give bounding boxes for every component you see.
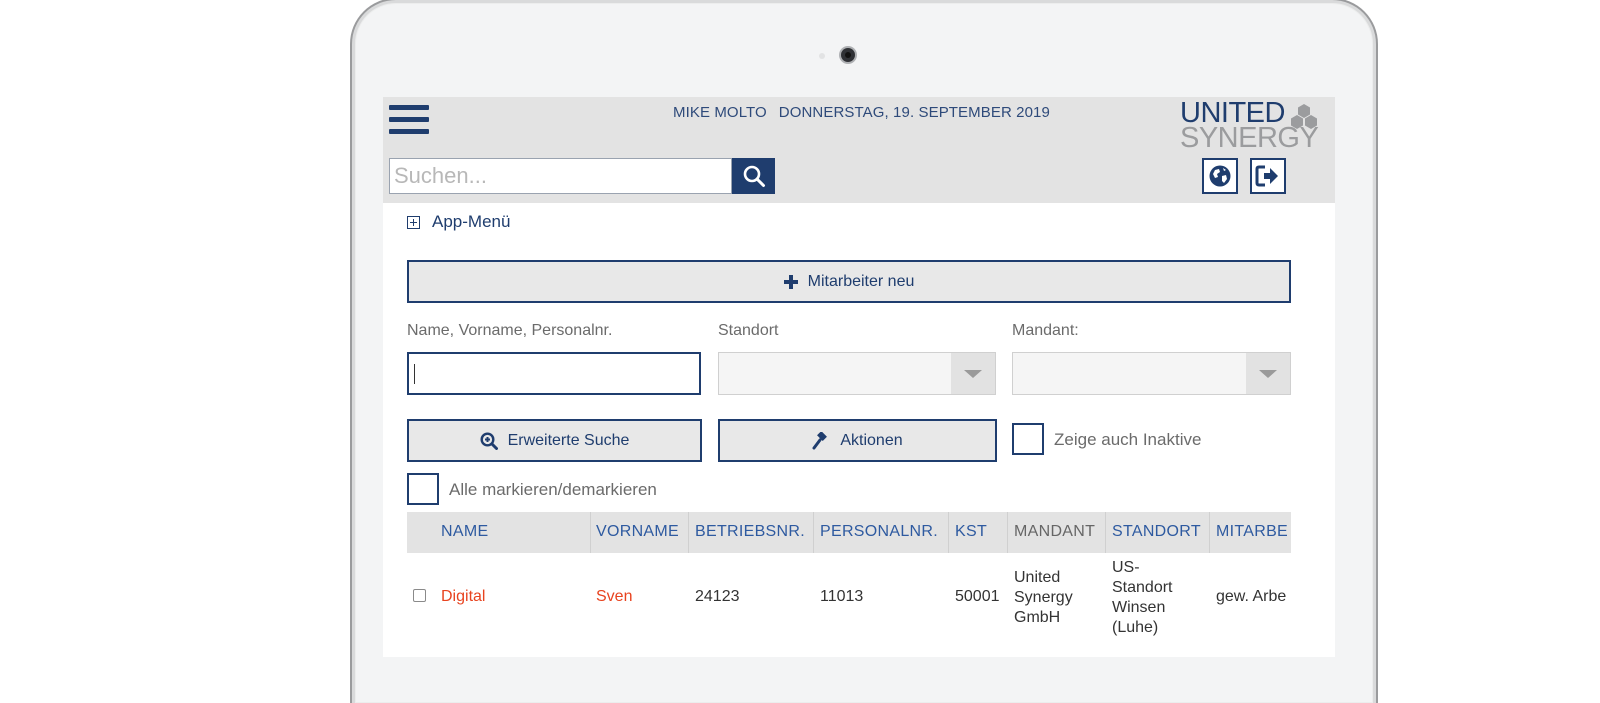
- column-header-vorname[interactable]: VORNAME: [596, 523, 679, 541]
- column-separator: [590, 512, 591, 553]
- user-date-info: MIKE MOLTO DONNERSTAG, 19. SEPTEMBER 2019: [673, 104, 1050, 121]
- column-separator: [1007, 512, 1008, 553]
- extended-search-label: Erweiterte Suche: [507, 431, 630, 449]
- cell-mitarbeiter: gew. Arbe: [1216, 588, 1287, 605]
- plus-square-icon: [407, 215, 420, 229]
- sensor-dot: [819, 53, 825, 59]
- select-all-label: Alle markieren/demarkieren: [449, 480, 657, 499]
- mandant-dropdown-arrow: [1246, 353, 1290, 394]
- new-employee-label: Mitarbeiter neu: [807, 272, 915, 290]
- logo-hex-icon: [1291, 104, 1317, 129]
- name-search-field[interactable]: [407, 352, 701, 395]
- chevron-down-icon: [1259, 369, 1277, 378]
- standort-select[interactable]: [718, 352, 996, 395]
- mandant-filter-label: Mandant:: [1012, 322, 1079, 339]
- current-date: DONNERSTAG, 19. SEPTEMBER 2019: [778, 104, 1050, 121]
- column-separator: [688, 512, 689, 553]
- logout-icon: [1255, 165, 1278, 187]
- search-input[interactable]: [389, 158, 732, 194]
- column-separator: [813, 512, 814, 553]
- new-employee-button[interactable]: Mitarbeiter neu: [407, 260, 1291, 303]
- actions-label: Aktionen: [840, 431, 903, 449]
- column-header-standort[interactable]: STANDORT: [1112, 523, 1201, 541]
- globe-icon: [1209, 165, 1231, 187]
- column-separator: [948, 512, 949, 553]
- cell-mandant-line: Synergy: [1014, 589, 1073, 606]
- extended-search-button[interactable]: Erweiterte Suche: [407, 419, 702, 462]
- cell-standort: US- Standort Winsen (Luhe): [1112, 558, 1172, 638]
- cell-mandant: United Synergy GmbH: [1014, 568, 1073, 628]
- hamburger-icon[interactable]: [389, 105, 429, 139]
- united-synergy-logo: UNITED SYNERGY: [1180, 99, 1330, 155]
- column-header-mandant: MANDANT: [1014, 523, 1096, 540]
- column-header-mitarbeiter[interactable]: MITARBE: [1216, 523, 1291, 541]
- mandant-select[interactable]: [1012, 352, 1291, 395]
- show-inactive-checkbox[interactable]: [1012, 423, 1044, 455]
- camera: [841, 48, 855, 62]
- table-header: NAME VORNAME BETRIEBSNR. PERSONALNR. KST…: [407, 512, 1291, 553]
- app-header: MIKE MOLTO DONNERSTAG, 19. SEPTEMBER 2019…: [383, 97, 1335, 203]
- cell-personalnr: 11013: [820, 588, 864, 605]
- cell-standort-line: US-: [1112, 559, 1140, 576]
- cell-mandant-line: United: [1014, 569, 1061, 586]
- user-name: MIKE MOLTO: [673, 104, 767, 121]
- cell-mandant-line: GmbH: [1014, 609, 1061, 626]
- select-all-checkbox[interactable]: [407, 473, 439, 505]
- actions-button[interactable]: Aktionen: [718, 419, 997, 462]
- column-header-betriebsnr[interactable]: BETRIEBSNR.: [695, 523, 805, 541]
- chevron-down-icon: [964, 369, 982, 378]
- cell-name[interactable]: Digital: [441, 587, 485, 607]
- plus-icon: [783, 274, 798, 289]
- zoom-in-icon: [480, 431, 498, 450]
- gavel-icon: [812, 431, 830, 450]
- search-bar: [389, 158, 776, 194]
- row-checkbox[interactable]: [413, 589, 426, 602]
- search-icon: [743, 165, 765, 187]
- column-header-kst[interactable]: KST: [955, 523, 987, 541]
- search-button[interactable]: [732, 158, 775, 194]
- app-menu-label: App-Menü: [432, 212, 511, 231]
- table-row[interactable]: Digital Sven 24123 11013 50001 United Sy…: [407, 553, 1291, 657]
- column-header-name[interactable]: NAME: [441, 523, 488, 541]
- cell-standort-line: (Luhe): [1112, 619, 1159, 636]
- logout-button[interactable]: [1250, 158, 1286, 194]
- cell-vorname[interactable]: Sven: [596, 587, 632, 607]
- column-separator: [1105, 512, 1106, 553]
- logo-text-synergy: SYNERGY: [1180, 122, 1319, 154]
- column-header-personalnr[interactable]: PERSONALNR.: [820, 523, 938, 541]
- app-menu-toggle[interactable]: App-Menü: [407, 212, 510, 232]
- name-filter-label: Name, Vorname, Personalnr.: [407, 322, 613, 339]
- app-screen: MIKE MOLTO DONNERSTAG, 19. SEPTEMBER 2019…: [383, 97, 1335, 657]
- text-caret: [414, 364, 415, 384]
- cell-standort-line: Winsen: [1112, 599, 1166, 616]
- cell-kst: 50001: [955, 588, 1000, 605]
- cell-standort-line: Standort: [1112, 579, 1173, 596]
- language-button[interactable]: [1202, 158, 1238, 194]
- cell-betriebsnr: 24123: [695, 588, 740, 605]
- standort-dropdown-arrow: [951, 353, 995, 394]
- show-inactive-label: Zeige auch Inaktive: [1054, 430, 1202, 449]
- standort-filter-label: Standort: [718, 322, 779, 339]
- column-separator: [1209, 512, 1210, 553]
